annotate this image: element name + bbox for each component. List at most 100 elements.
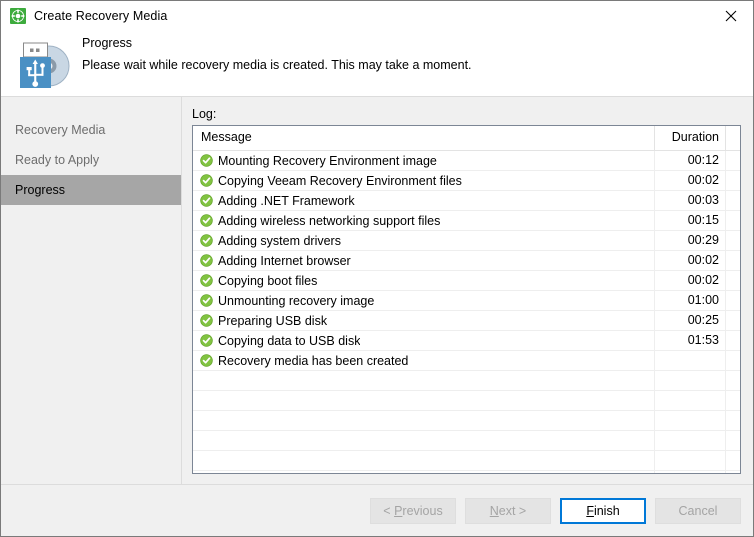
table-row-empty xyxy=(193,431,740,451)
log-message-text: Unmounting recovery image xyxy=(218,293,375,308)
log-filler-cell xyxy=(726,331,740,350)
log-duration-cell: 00:03 xyxy=(655,191,726,210)
table-row[interactable]: Mounting Recovery Environment image 00:12 xyxy=(193,151,740,171)
success-check-icon xyxy=(200,274,213,287)
success-check-icon xyxy=(200,354,213,367)
dialog-footer: < Previous Next > Finish Cancel xyxy=(1,484,753,536)
table-row[interactable]: Preparing USB disk 00:25 xyxy=(193,311,740,331)
log-message-text: Copying data to USB disk xyxy=(218,333,361,348)
dialog-header: Progress Please wait while recovery medi… xyxy=(1,31,753,97)
header-subtitle: Please wait while recovery media is crea… xyxy=(82,58,472,72)
log-message-text: Adding Internet browser xyxy=(218,253,351,268)
log-filler-cell xyxy=(726,411,740,430)
header-title: Progress xyxy=(82,36,133,50)
log-duration-cell: 00:12 xyxy=(655,151,726,170)
table-row-empty xyxy=(193,391,740,411)
log-duration-cell xyxy=(655,391,726,410)
sidebar-item-ready-to-apply[interactable]: Ready to Apply xyxy=(1,145,181,175)
log-filler-cell xyxy=(726,371,740,390)
log-message-cell: Mounting Recovery Environment image xyxy=(193,151,655,170)
success-check-icon xyxy=(200,294,213,307)
button-label: Next > xyxy=(489,503,527,518)
log-filler-cell xyxy=(726,291,740,310)
log-message-cell: Adding wireless networking support files xyxy=(193,211,655,230)
table-row[interactable]: Recovery media has been created xyxy=(193,351,740,371)
table-row-empty xyxy=(193,371,740,391)
log-message-cell: Preparing USB disk xyxy=(193,311,655,330)
log-message-text: Mounting Recovery Environment image xyxy=(218,153,437,168)
log-filler-cell xyxy=(726,471,740,473)
log-duration-cell xyxy=(655,411,726,430)
log-filler-cell xyxy=(726,151,740,170)
log-message-cell: Recovery media has been created xyxy=(193,351,655,370)
table-row-empty xyxy=(193,411,740,431)
log-filler-cell xyxy=(726,251,740,270)
table-row-empty xyxy=(193,451,740,471)
log-message-cell xyxy=(193,411,655,430)
button-label: Finish xyxy=(586,503,620,518)
log-duration-cell xyxy=(655,371,726,390)
title-bar: Create Recovery Media xyxy=(1,1,753,31)
wizard-steps-sidebar: Recovery Media Ready to Apply Progress xyxy=(1,97,182,484)
table-row[interactable]: Copying boot files 00:02 xyxy=(193,271,740,291)
log-filler-cell xyxy=(726,271,740,290)
log-message-cell xyxy=(193,451,655,470)
log-table[interactable]: Message Duration Mounting Recovery Envir… xyxy=(192,125,741,474)
usb-disc-icon xyxy=(13,36,71,90)
log-filler-cell xyxy=(726,231,740,250)
log-duration-cell: 00:15 xyxy=(655,211,726,230)
table-row[interactable]: Adding Internet browser 00:02 xyxy=(193,251,740,271)
finish-button[interactable]: Finish xyxy=(560,497,646,524)
log-message-cell: Copying data to USB disk xyxy=(193,331,655,350)
success-check-icon xyxy=(200,194,213,207)
table-row[interactable]: Copying Veeam Recovery Environment files… xyxy=(193,171,740,191)
column-header-message[interactable]: Message xyxy=(193,126,655,150)
log-message-cell: Adding .NET Framework xyxy=(193,191,655,210)
log-table-header: Message Duration xyxy=(193,126,740,151)
success-check-icon xyxy=(200,154,213,167)
log-message-text: Adding system drivers xyxy=(218,233,341,248)
log-duration-cell: 00:29 xyxy=(655,231,726,250)
log-duration-cell: 00:25 xyxy=(655,311,726,330)
dialog-body: Recovery Media Ready to Apply Progress Log… xyxy=(1,97,753,484)
log-duration-cell: 00:02 xyxy=(655,251,726,270)
log-message-cell xyxy=(193,391,655,410)
log-filler-cell xyxy=(726,191,740,210)
log-duration-cell xyxy=(655,351,726,370)
recovery-media-icon xyxy=(10,8,26,24)
close-icon[interactable] xyxy=(708,1,753,30)
log-message-text: Preparing USB disk xyxy=(218,313,328,328)
progress-content: Log: Message Duration Mounting Recovery … xyxy=(182,97,753,484)
button-label: < Previous xyxy=(383,503,443,518)
table-row[interactable]: Unmounting recovery image 01:00 xyxy=(193,291,740,311)
log-label: Log: xyxy=(192,107,217,121)
log-duration-cell xyxy=(655,431,726,450)
log-message-text: Copying boot files xyxy=(218,273,318,288)
success-check-icon xyxy=(200,234,213,247)
sidebar-item-recovery-media[interactable]: Recovery Media xyxy=(1,115,181,145)
log-duration-cell xyxy=(655,451,726,470)
table-row[interactable]: Adding .NET Framework 00:03 xyxy=(193,191,740,211)
log-message-text: Recovery media has been created xyxy=(218,353,409,368)
log-message-cell: Adding Internet browser xyxy=(193,251,655,270)
log-filler-cell xyxy=(726,391,740,410)
success-check-icon xyxy=(200,214,213,227)
log-duration-cell: 00:02 xyxy=(655,271,726,290)
success-check-icon xyxy=(200,314,213,327)
previous-button: < Previous xyxy=(370,497,456,524)
button-label: Cancel xyxy=(678,503,718,518)
log-message-cell xyxy=(193,431,655,450)
success-check-icon xyxy=(200,334,213,347)
create-recovery-media-dialog: Create Recovery Media Progress Please wa… xyxy=(0,0,754,537)
log-filler-cell xyxy=(726,351,740,370)
next-button: Next > xyxy=(465,497,551,524)
table-row[interactable]: Adding system drivers 00:29 xyxy=(193,231,740,251)
table-row[interactable]: Adding wireless networking support files… xyxy=(193,211,740,231)
log-filler-cell xyxy=(726,451,740,470)
table-row[interactable]: Copying data to USB disk 01:53 xyxy=(193,331,740,351)
sidebar-item-progress[interactable]: Progress xyxy=(1,175,181,205)
log-duration-cell xyxy=(655,471,726,473)
success-check-icon xyxy=(200,254,213,267)
log-table-body: Mounting Recovery Environment image 00:12… xyxy=(193,151,740,473)
column-header-duration[interactable]: Duration xyxy=(655,126,726,150)
